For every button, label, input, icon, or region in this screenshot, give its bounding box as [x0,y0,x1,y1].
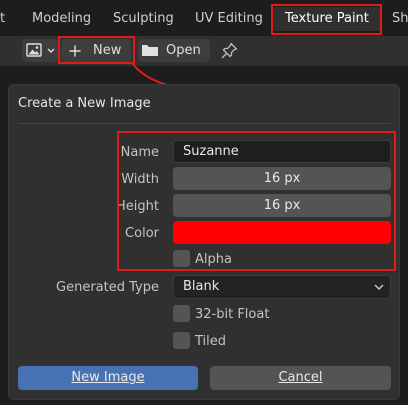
alpha-label: Alpha [195,252,232,267]
tab-uv-editing[interactable]: UV Editing [193,7,265,31]
divider [18,123,391,124]
plus-icon [69,45,81,57]
tiled-checkbox[interactable] [173,332,190,349]
float32-checkbox[interactable] [173,305,190,322]
new-image-button[interactable]: New Image [18,366,198,390]
new-image-toolbar-button[interactable]: New [61,39,131,62]
name-label: Name [120,145,159,160]
open-label: Open [166,43,201,58]
image-browse-button[interactable] [22,39,58,62]
height-field[interactable]: 16 px [173,194,391,217]
cancel-button[interactable]: Cancel [210,366,391,390]
width-field[interactable]: 16 px [173,167,391,190]
folder-icon [142,45,158,56]
color-label: Color [125,226,159,241]
create-new-image-panel: Create a New Image Name Suzanne Width 16… [8,84,400,400]
new-label: New [93,43,122,58]
generated-type-select[interactable]: Blank [173,275,391,299]
workspace-tab-bar: t Modeling Sculpting UV Editing Texture … [0,0,408,36]
image-editor-toolbar: New Open [0,36,408,66]
panel-title: Create a New Image [18,96,151,111]
float32-label: 32-bit Float [195,307,270,322]
tab-sculpting[interactable]: Sculpting [111,7,176,31]
open-image-button[interactable]: Open [138,39,210,62]
generated-type-value: Blank [183,279,220,294]
tab-texture-paint[interactable]: Texture Paint [273,7,381,31]
height-label: Height [116,199,159,214]
tab-previous[interactable]: t [0,7,7,31]
tiled-label: Tiled [195,334,227,349]
generated-type-label: Generated Type [56,280,159,295]
tab-shading[interactable]: Sh [390,7,408,31]
pin-icon[interactable] [220,42,238,60]
tab-modeling[interactable]: Modeling [30,7,93,31]
chevron-down-icon [374,284,384,290]
name-field[interactable]: Suzanne [173,140,391,163]
width-label: Width [121,172,159,187]
color-swatch[interactable] [173,221,391,244]
image-icon [26,43,42,57]
alpha-checkbox[interactable] [173,250,190,267]
chevron-down-icon [47,48,55,53]
